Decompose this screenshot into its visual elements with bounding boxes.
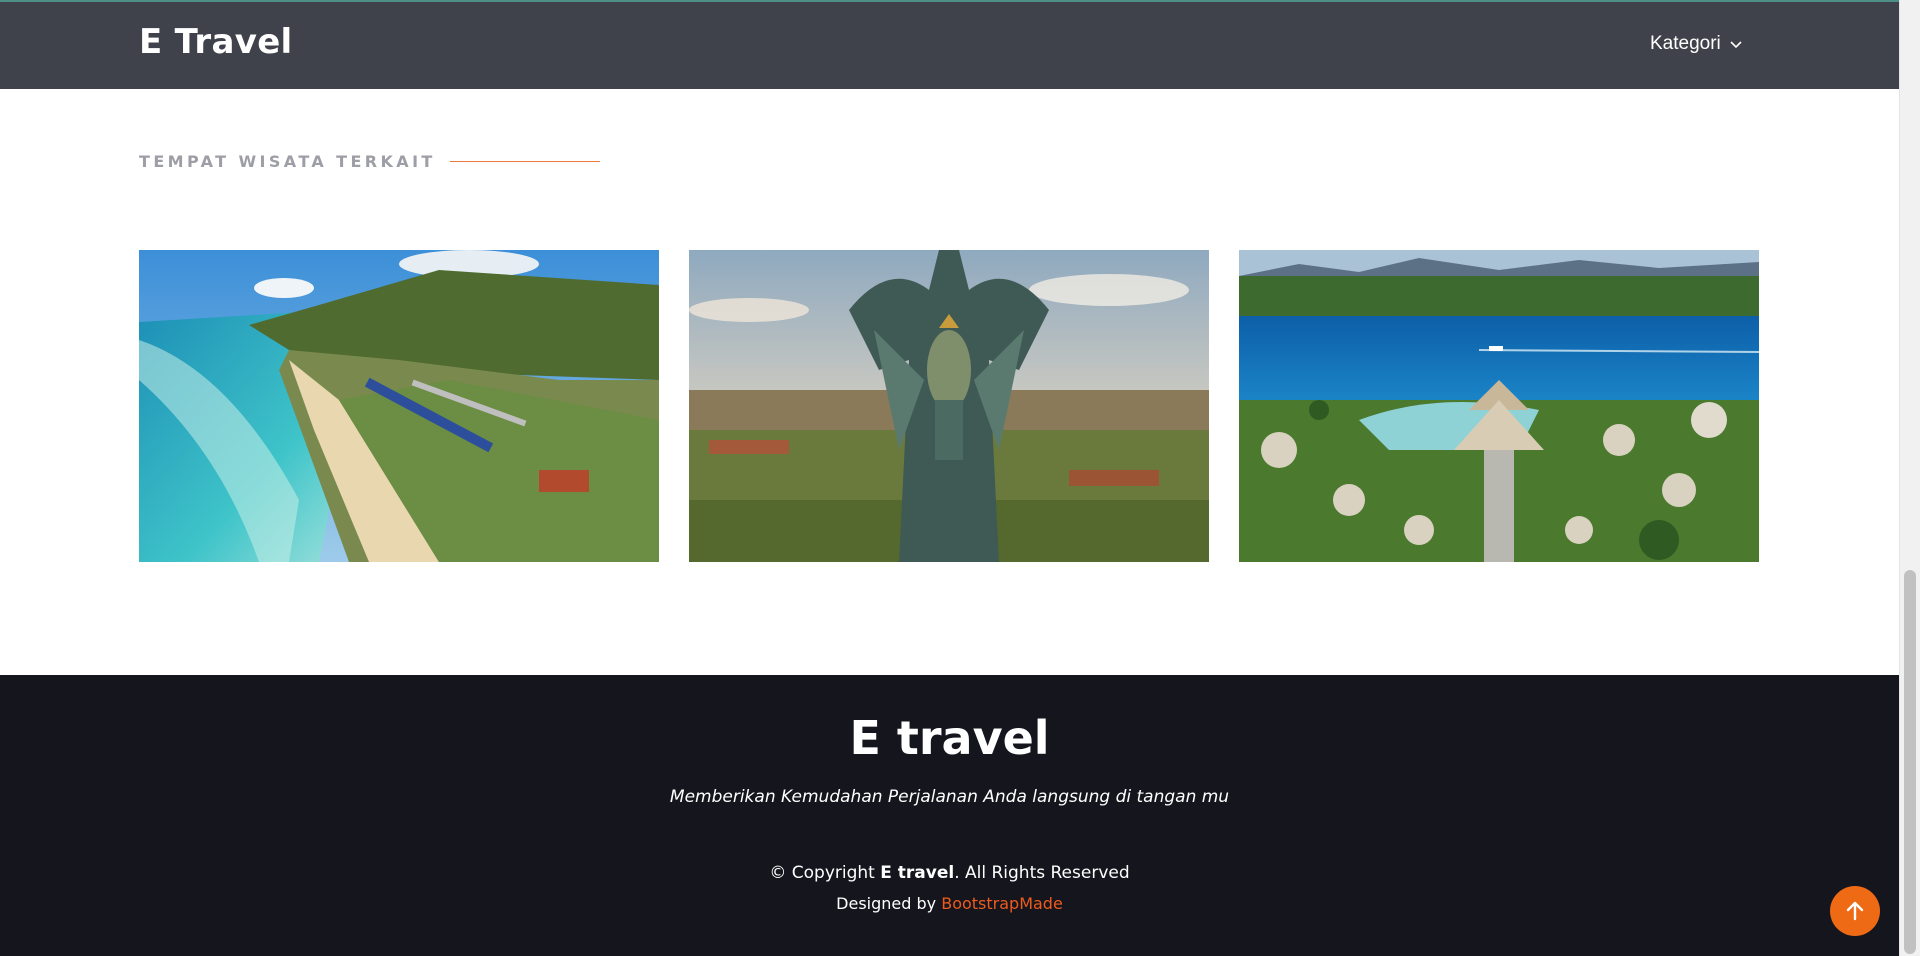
chevron-down-icon: [1730, 41, 1742, 49]
navbar: E Travel Kategori: [0, 0, 1899, 89]
footer-credits: Designed by BootstrapMade: [0, 894, 1899, 913]
section-heading: TEMPAT WISATA TERKAIT: [139, 152, 600, 171]
copyright-brand: E travel: [880, 863, 955, 883]
page-viewport: E Travel Kategori TEMPAT WISATA TERKAIT: [0, 0, 1899, 956]
back-to-top-button[interactable]: [1830, 886, 1880, 936]
page-scrollbar[interactable]: [1899, 0, 1920, 956]
bootstrapmade-link[interactable]: BootstrapMade: [941, 894, 1063, 913]
site-footer: E travel Memberikan Kemudahan Perjalanan…: [0, 675, 1899, 956]
scrollbar-thumb[interactable]: [1904, 570, 1916, 954]
related-places-gallery: [139, 250, 1759, 562]
arrow-up-icon: [1846, 901, 1864, 921]
beach-cliff-photo[interactable]: [139, 250, 659, 562]
footer-brand: E travel: [849, 711, 1050, 765]
footer-copyright: © Copyright E travel. All Rights Reserve…: [0, 863, 1899, 883]
kategori-label: Kategori: [1650, 33, 1721, 54]
kategori-dropdown[interactable]: Kategori: [1650, 33, 1743, 55]
lagoon-resort-photo[interactable]: [1239, 250, 1759, 562]
garuda-statue-photo[interactable]: [689, 250, 1209, 562]
copyright-suffix: . All Rights Reserved: [954, 863, 1130, 883]
section-title-underline: [449, 161, 600, 162]
site-brand[interactable]: E Travel: [139, 22, 293, 62]
copyright-prefix: © Copyright: [769, 863, 881, 883]
designed-by-prefix: Designed by: [836, 894, 942, 913]
section-title-text: TEMPAT WISATA TERKAIT: [139, 152, 436, 171]
footer-tagline: Memberikan Kemudahan Perjalanan Anda lan…: [669, 787, 1230, 807]
